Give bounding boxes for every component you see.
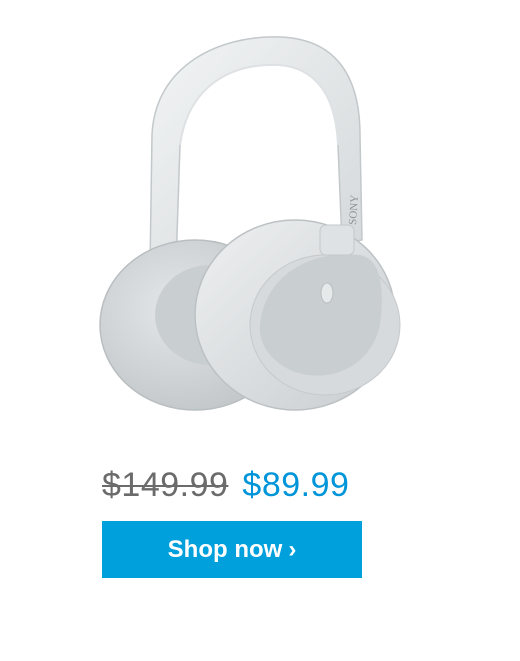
original-price: $149.99 [102,465,229,504]
chevron-right-icon: › [288,535,297,563]
product-image: SONY [80,25,410,425]
price-row: $149.99 $89.99 [102,460,402,510]
brand-mark: SONY [347,194,361,225]
shop-now-label: Shop now [167,535,283,563]
sale-price: $89.99 [242,465,350,504]
headphones-illustration: SONY [99,36,401,411]
shop-now-button[interactable]: Shop now › [102,521,362,578]
